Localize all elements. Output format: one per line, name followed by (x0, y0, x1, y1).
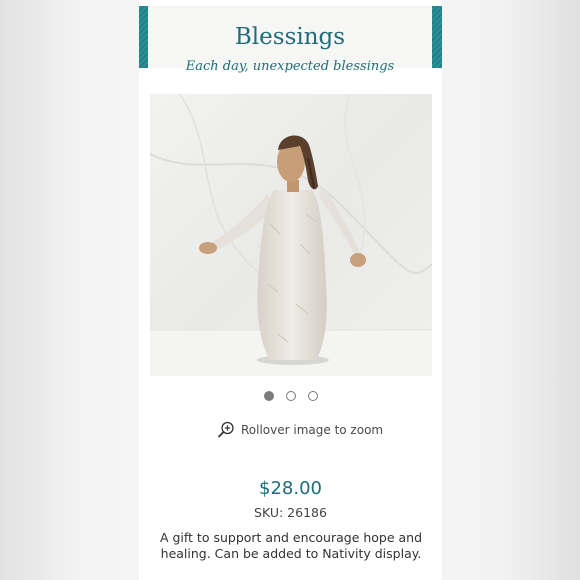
product-subtitle: Each day, unexpected blessings (185, 59, 395, 74)
product-title: Blessings (234, 24, 346, 50)
product-image[interactable] (150, 94, 432, 376)
zoom-label: Rollover image to zoom (241, 423, 384, 437)
product-header-panel: Blessings Each day, unexpected blessings (148, 6, 432, 74)
carousel-dot-2[interactable] (285, 391, 296, 401)
zoom-hint: Rollover image to zoom (217, 420, 383, 440)
product-sku: SKU: 26186 (254, 505, 327, 520)
product-description: A gift to support and encourage hope and… (159, 530, 423, 561)
product-price: $28.00 (259, 478, 322, 499)
carousel-dots (139, 391, 442, 405)
product-card: Blessings Each day, unexpected blessings (139, 0, 442, 580)
product-header: Blessings Each day, unexpected blessings (139, 6, 442, 74)
carousel-dot-1[interactable] (263, 391, 274, 401)
carousel-dot-3[interactable] (307, 391, 318, 401)
magnifier-plus-icon (217, 421, 235, 439)
